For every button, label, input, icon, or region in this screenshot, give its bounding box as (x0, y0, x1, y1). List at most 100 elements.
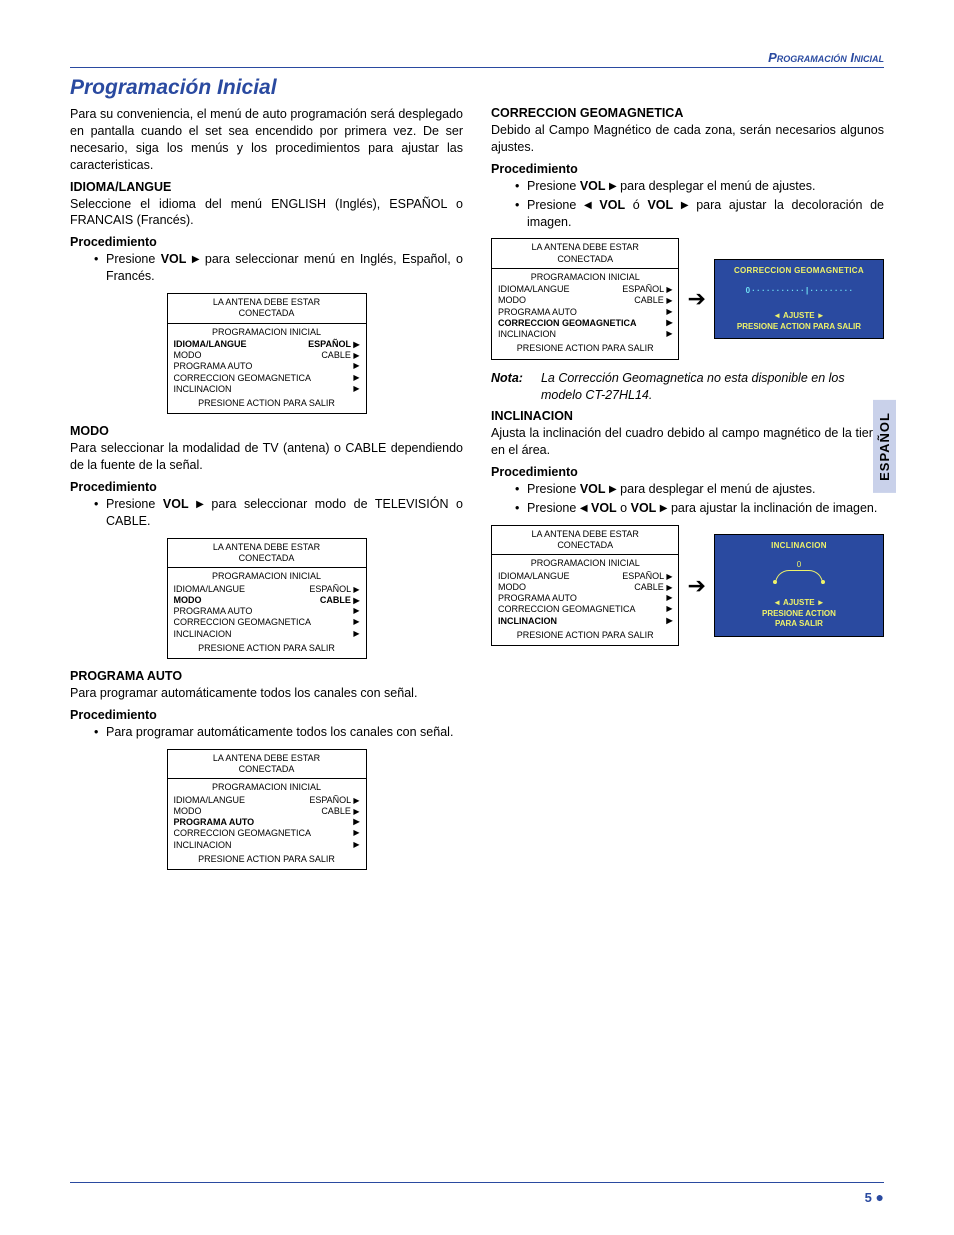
value: CABLE ▶ (634, 582, 672, 593)
right-triangle-icon: ▶ (353, 796, 359, 805)
idioma-text: Seleccione el idioma del menú ENGLISH (I… (70, 196, 463, 230)
right-triangle-icon: ▶ (666, 572, 672, 581)
right-triangle-icon: ▶ (353, 807, 359, 816)
label: MODO (174, 350, 202, 361)
right-triangle-icon: ▶ (609, 483, 617, 497)
value: CABLE ▶ (321, 350, 359, 361)
right-triangle-icon: ▶ (666, 583, 672, 592)
menu-row: PROGRAMA AUTO▶ (168, 606, 366, 617)
menu-row: CORRECCION GEOMAGNETICA▶ (168, 373, 366, 384)
text: Presione (527, 482, 580, 496)
correccion-proc-label: Procedimiento (491, 162, 884, 176)
text: Presione (527, 179, 580, 193)
label: IDIOMA/LANGUE (174, 584, 246, 595)
menu-row: MODO CABLE ▶ (168, 595, 366, 606)
right-triangle-icon: ▶ (353, 340, 359, 349)
right-triangle-icon: ▶ (666, 285, 672, 294)
menu-row: MODO CABLE ▶ (492, 295, 678, 306)
right-triangle-icon: ▶ (353, 617, 359, 628)
text: ESPAÑOL (309, 584, 351, 594)
vol-label: VOL (591, 501, 617, 515)
right-triangle-icon: ▶ (666, 593, 672, 604)
right-triangle-icon: ▶ (353, 384, 359, 395)
vol-label: VOL (163, 497, 189, 511)
note: Nota: La Corrección Geomagnetica no esta… (491, 370, 884, 404)
label: IDIOMA/LANGUE (174, 339, 247, 350)
programa-bullets: Para programar automáticamente todos los… (70, 724, 463, 741)
menu-row: INCLINACION▶ (168, 840, 366, 851)
vol-label: VOL (631, 501, 657, 515)
right-triangle-icon: ▶ (353, 629, 359, 640)
text: ó (625, 198, 647, 212)
text: CONECTADA (239, 308, 295, 318)
menu-row: INCLINACION▶ (168, 629, 366, 640)
menu-row: PROGRAMA AUTO▶ (492, 307, 678, 318)
text: CABLE (320, 595, 351, 605)
label: MODO (498, 295, 526, 306)
correccion-bullet-2: Presione ◀ VOL ó VOL ▶ para ajustar la d… (527, 197, 884, 231)
text: Presione (106, 497, 163, 511)
label: IDIOMA/LANGUE (498, 571, 570, 582)
value: CABLE ▶ (634, 295, 672, 306)
value: ESPAÑOL ▶ (308, 339, 359, 350)
inclinacion-bullet-1: Presione VOL ▶ para desplegar el menú de… (527, 481, 884, 498)
menu-row: IDIOMA/LANGUEESPAÑOL ▶ (168, 584, 366, 595)
correccion-heading: CORRECCION GEOMAGNETICA (491, 106, 884, 120)
label: CORRECCION GEOMAGNETICA (174, 828, 312, 839)
text: CABLE (321, 350, 351, 360)
correccion-text: Debido al Campo Magnético de cada zona, … (491, 122, 884, 156)
inclinacion-bullet-2: Presione ◀ VOL o VOL ▶ para ajustar la i… (527, 500, 884, 517)
menu-header: LA ANTENA DEBE ESTAR CONECTADA (492, 526, 678, 556)
text: PRESIONE ACTION (762, 609, 836, 618)
adjustment-panel-correccion: CORRECCION GEOMAGNETICA 0 · · · · · · · … (714, 259, 884, 340)
modo-text: Para seleccionar la modalidad de TV (ant… (70, 440, 463, 474)
text: para ajustar la inclinación de imagen. (668, 501, 878, 515)
menu-screenshot-correccion: LA ANTENA DEBE ESTAR CONECTADA PROGRAMAC… (491, 238, 679, 359)
menu-row: MODO CABLE ▶ (492, 582, 678, 593)
right-triangle-icon: ▶ (353, 828, 359, 839)
label: MODO (498, 582, 526, 593)
menu-row: MODO CABLE ▶ (168, 350, 366, 361)
text: ESPAÑOL (309, 795, 351, 805)
label: MODO (174, 595, 202, 606)
panel-adjust-label: ◄ AJUSTE ► (719, 311, 879, 321)
menu-title: PROGRAMACION INICIAL (492, 555, 678, 570)
right-triangle-icon: ▶ (353, 606, 359, 617)
idioma-proc-label: Procedimiento (70, 235, 463, 249)
note-text: La Corrección Geomagnetica no esta dispo… (541, 370, 884, 404)
right-triangle-icon: ▶ (353, 361, 359, 372)
label: PROGRAMA AUTO (174, 361, 253, 372)
right-triangle-icon: ▶ (353, 596, 359, 605)
correccion-bullets: Presione VOL ▶ para desplegar el menú de… (491, 178, 884, 231)
label: CORRECCION GEOMAGNETICA (498, 318, 637, 329)
modo-proc-label: Procedimiento (70, 480, 463, 494)
language-side-tab: ESPAÑOL (873, 400, 896, 493)
label: CORRECCION GEOMAGNETICA (174, 617, 312, 628)
menu-row: IDIOMA/LANGUEESPAÑOL ▶ (168, 795, 366, 806)
right-triangle-icon: ▶ (666, 329, 672, 340)
modo-bullet: Presione VOL ▶ para seleccionar modo de … (106, 496, 463, 530)
modo-bullets: Presione VOL ▶ para seleccionar modo de … (70, 496, 463, 530)
programa-bullet: Para programar automáticamente todos los… (106, 724, 463, 741)
text: PARA SALIR (775, 619, 823, 628)
menu-screenshot-programa: LA ANTENA DEBE ESTAR CONECTADA PROGRAMAC… (167, 749, 367, 870)
menu-row: PROGRAMA AUTO ▶ (168, 361, 366, 372)
modo-heading: MODO (70, 424, 463, 438)
dot-icon (821, 580, 825, 584)
footer-rule (70, 1182, 884, 1183)
correccion-bullet-1: Presione VOL ▶ para desplegar el menú de… (527, 178, 884, 195)
text: Presione (527, 501, 580, 515)
right-triangle-icon: ▶ (353, 373, 359, 384)
programa-text: Para programar automáticamente todos los… (70, 685, 463, 702)
figure-inclinacion: LA ANTENA DEBE ESTAR CONECTADA PROGRAMAC… (491, 525, 884, 646)
note-label: Nota: (491, 370, 523, 404)
right-triangle-icon: ▶ (666, 307, 672, 318)
inclinacion-proc-label: Procedimiento (491, 465, 884, 479)
menu-row: INCLINACION▶ (492, 329, 678, 340)
right-triangle-icon: ▶ (666, 318, 672, 329)
text: CONECTADA (557, 540, 613, 550)
text: LA ANTENA DEBE ESTAR (532, 242, 639, 252)
text: ESPAÑOL (622, 284, 664, 294)
panel-exit-label: PRESIONE ACTION PARA SALIR (719, 609, 879, 630)
label: IDIOMA/LANGUE (498, 284, 570, 295)
